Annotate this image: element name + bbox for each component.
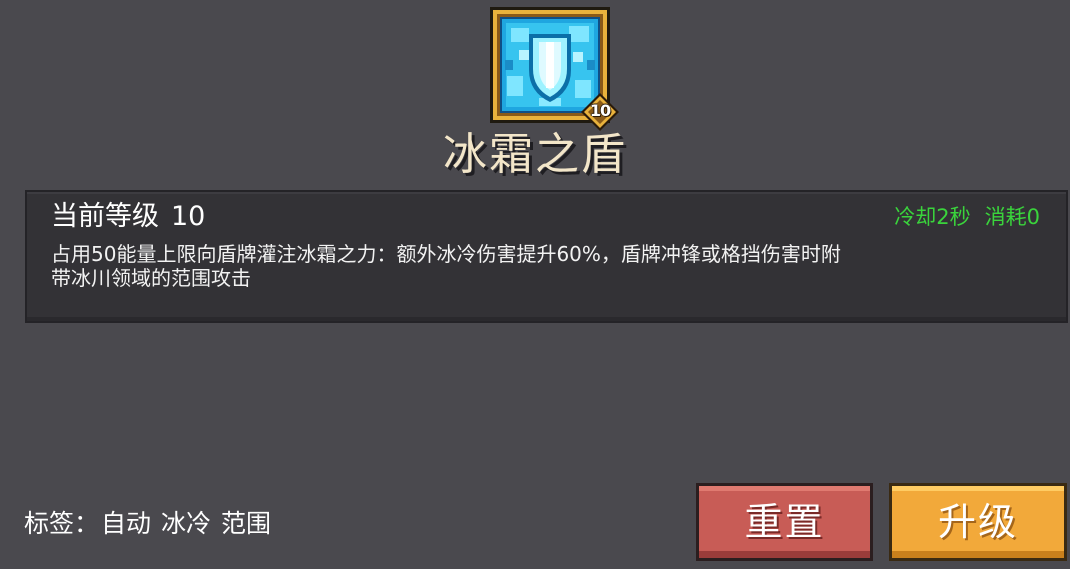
cooldown-text: 冷却2秒	[894, 205, 971, 229]
skill-level-badge: 10	[580, 92, 620, 132]
skill-level-badge-value: 10	[589, 101, 611, 120]
current-level: 当前等级 10	[51, 200, 205, 234]
skill-stats: 冷却2秒 消耗0	[894, 204, 1040, 230]
tag-auto: 自动	[101, 509, 152, 538]
current-level-value: 10	[171, 201, 206, 232]
tag-area: 范围	[221, 509, 272, 538]
upgrade-button[interactable]: 升级	[889, 483, 1067, 561]
skill-tags: 标签：自动 冰冷 范围	[24, 506, 281, 542]
tag-cold: 冰冷	[161, 509, 212, 538]
reset-button[interactable]: 重置	[696, 483, 873, 561]
skill-description-line: 占用50能量上限向盾牌灌注冰霜之力：额外冰冷伤害提升60%，盾牌冲锋或格挡伤害时…	[51, 242, 841, 266]
current-level-label: 当前等级	[51, 201, 159, 232]
skill-description-line: 带冰川领域的范围攻击	[51, 266, 251, 290]
skill-description: 占用50能量上限向盾牌灌注冰霜之力：额外冰冷伤害提升60%，盾牌冲锋或格挡伤害时…	[51, 242, 1041, 290]
skill-detail-screen: 10 冰霜之盾 当前等级 10 冷却2秒 消耗0 占用50能量上限向盾牌灌注冰霜之力…	[0, 0, 1070, 569]
skill-title: 冰霜之盾	[443, 129, 627, 180]
skill-info-panel: 当前等级 10 冷却2秒 消耗0 占用50能量上限向盾牌灌注冰霜之力：额外冰冷伤害提…	[25, 190, 1068, 323]
tags-label: 标签：	[24, 509, 100, 538]
cost-text: 消耗0	[984, 205, 1040, 229]
